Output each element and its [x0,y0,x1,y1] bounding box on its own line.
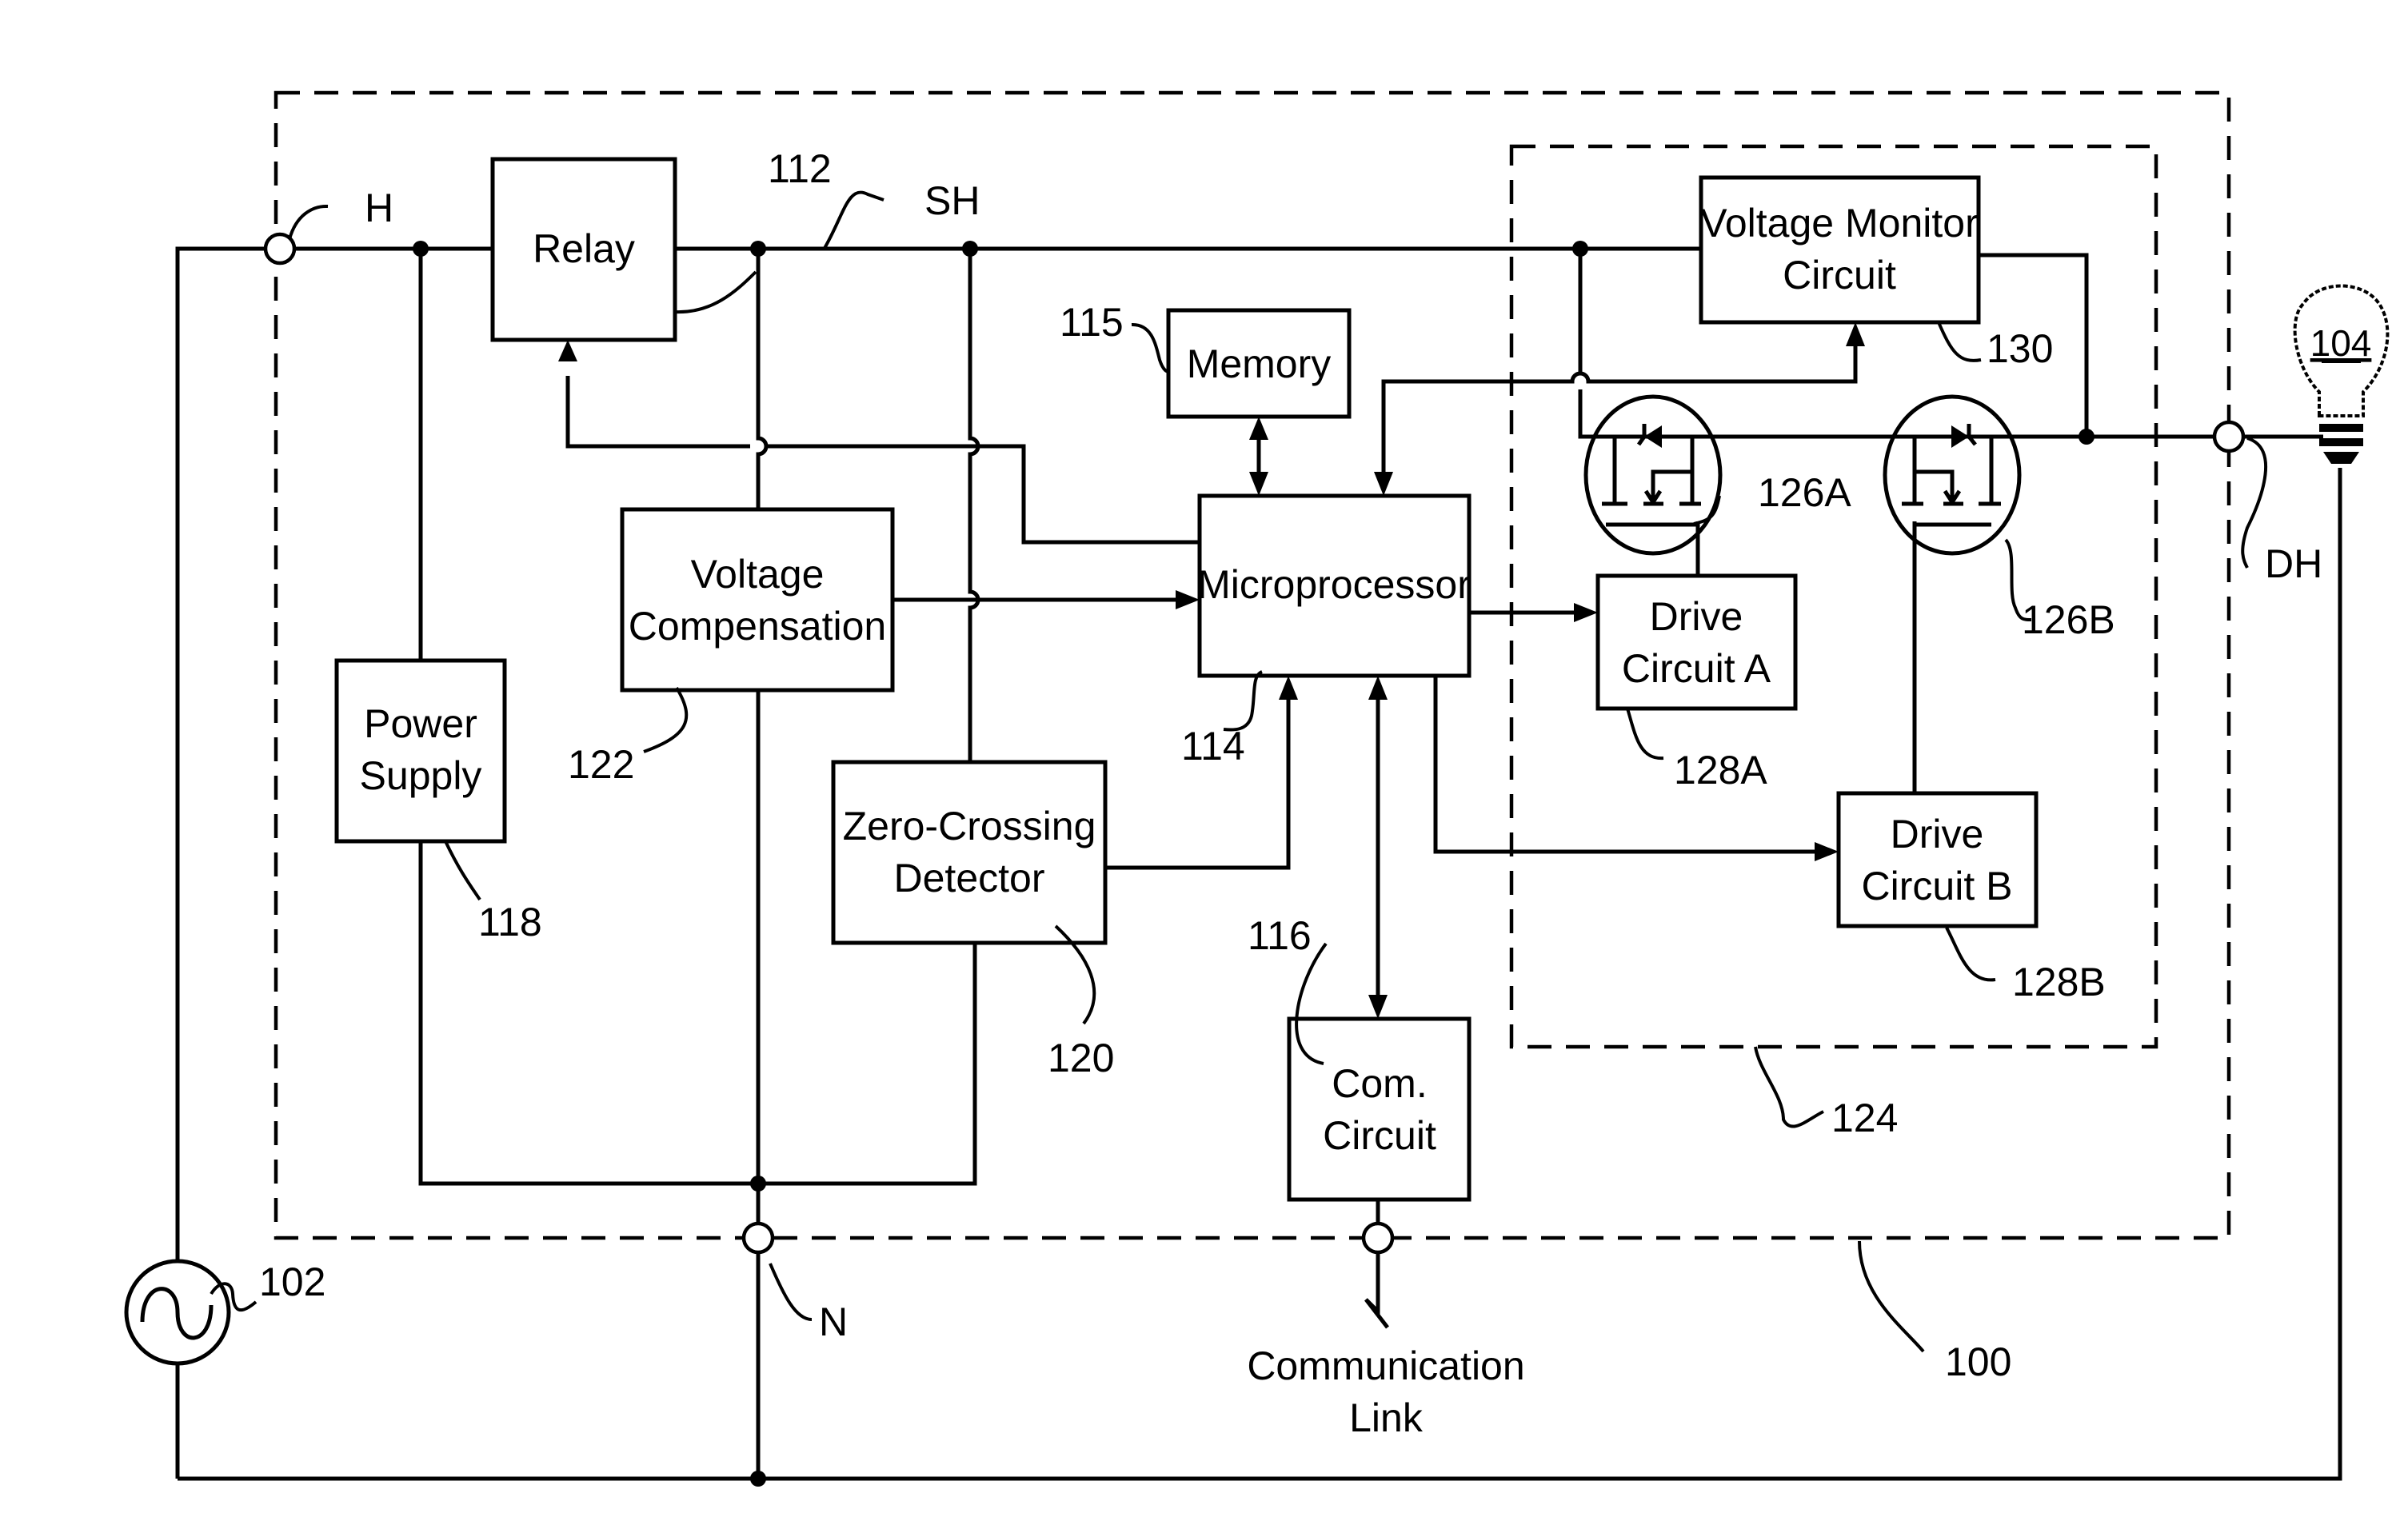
terminal-neutral[interactable] [741,1221,775,1255]
ref-114: 114 [1181,724,1245,768]
memory-block[interactable]: Memory [1166,308,1352,419]
ref-130: 130 [1987,326,2053,371]
voltage-compensation-block[interactable]: Voltage Compensation [620,507,895,693]
ref-128b: 128B [2012,960,2106,1004]
voltage-monitor-label-1: Voltage Monitor [1700,201,1978,246]
ref-128a: 128A [1674,748,1767,792]
zero-crossing-detector-block[interactable]: Zero-Crossing Detector [831,760,1108,945]
drive-circuit-a-block[interactable]: Drive Circuit A [1595,573,1798,711]
com-circuit-label-1: Com. [1332,1061,1427,1106]
ac-source-icon [124,1259,231,1366]
terminal-label-dh: DH [2265,541,2322,586]
drive-a-label-2: Circuit A [1622,646,1771,691]
drive-circuit-b-block[interactable]: Drive Circuit B [1836,791,2039,928]
load-ref-104: 104 [2310,322,2372,364]
communication-link-label-2: Link [1349,1395,1424,1440]
ref-120: 120 [1048,1036,1114,1080]
ref-112: 112 [768,146,832,191]
mosfet-126b-icon[interactable] [1883,394,2022,556]
drive-a-label-1: Drive [1650,594,1743,639]
ref-118: 118 [478,900,542,944]
com-circuit-block[interactable]: Com. Circuit [1287,1016,1472,1202]
mosfet-126a-icon[interactable] [1583,394,1723,556]
communication-link-label-1: Communication [1247,1343,1524,1388]
ref-126b: 126B [2022,597,2115,642]
terminal-label-sh: SH [924,178,980,223]
zero-crossing-label-2: Detector [894,856,1045,900]
ref-124: 124 [1831,1096,1898,1140]
voltage-monitor-label-2: Circuit [1783,253,1896,297]
zero-crossing-label-1: Zero-Crossing [843,804,1096,848]
ref-126a: 126A [1758,470,1851,515]
com-circuit-label-2: Circuit [1323,1113,1436,1158]
ref-100: 100 [1945,1339,2011,1384]
microprocessor-block[interactable]: Microprocessor [1197,493,1472,678]
relay-label: Relay [533,226,635,271]
voltage-monitor-block[interactable]: Voltage Monitor Circuit [1699,175,1981,325]
ref-116: 116 [1248,913,1312,958]
drive-b-label-1: Drive [1891,812,1984,856]
memory-label: Memory [1187,341,1332,386]
voltage-compensation-label-1: Voltage [691,552,825,597]
terminal-label-h: H [365,186,393,230]
voltage-compensation-label-2: Compensation [629,604,886,649]
drive-b-label-2: Circuit B [1862,864,2013,908]
ref-102: 102 [259,1260,325,1304]
ref-122: 122 [568,742,634,787]
relay-block[interactable]: Relay [490,157,677,342]
power-supply-block[interactable]: Power Supply [334,658,507,844]
terminal-dimmed-hot[interactable] [2212,420,2246,453]
ref-115: 115 [1060,300,1124,345]
terminal-communication[interactable] [1361,1221,1395,1255]
terminal-label-n: N [819,1299,848,1344]
dimmer-block-diagram: Relay Memory Microprocessor Voltage Comp… [124,90,2390,1487]
power-supply-label-2: Supply [360,753,482,798]
power-supply-label-1: Power [364,701,477,746]
microprocessor-label: Microprocessor [1197,562,1471,607]
